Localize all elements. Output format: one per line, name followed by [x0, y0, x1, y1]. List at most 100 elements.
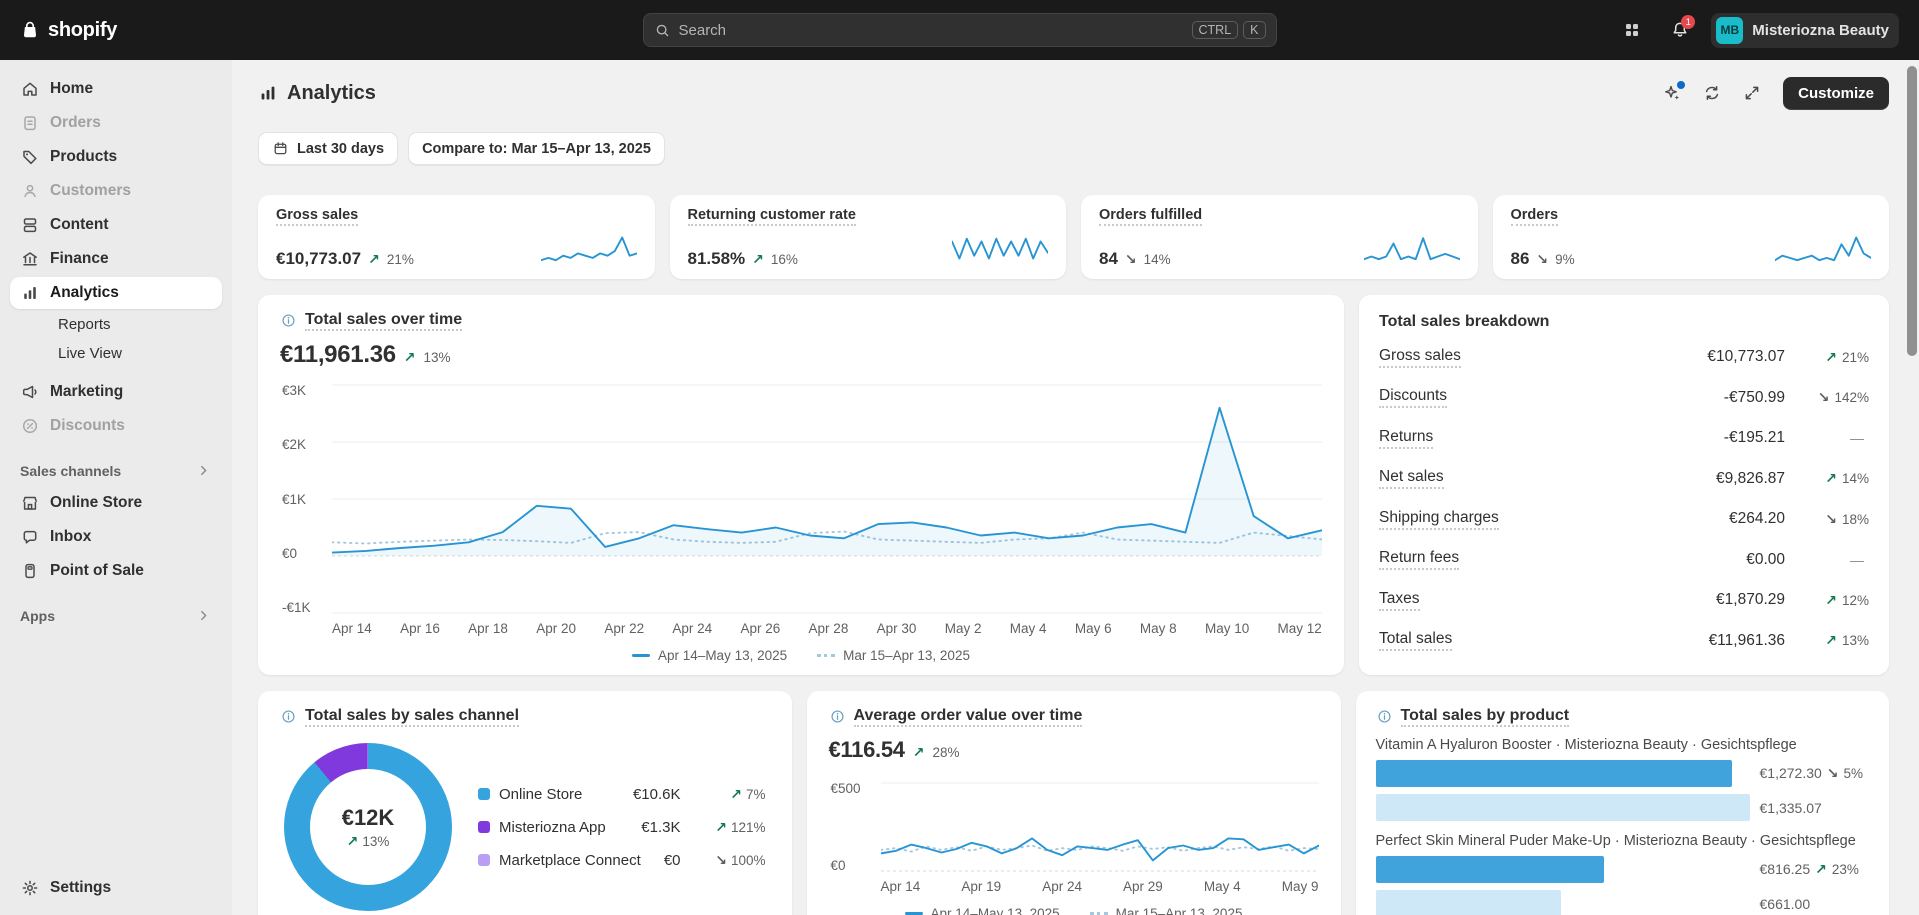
legend-swatch [478, 854, 490, 866]
breakdown-row: Shipping charges €264.20 ↘18% [1379, 501, 1869, 538]
kpi-card-returning-customer-rate[interactable]: Returning customer rate 81.58% ↗ 16% [670, 195, 1067, 279]
section-label: Sales channels [20, 463, 121, 479]
apps-grid-button[interactable] [1615, 13, 1649, 47]
breakdown-link[interactable]: Shipping charges [1379, 509, 1499, 530]
sidebar-item-customers[interactable]: Customers [10, 175, 222, 207]
breakdown-link[interactable]: Returns [1379, 428, 1433, 449]
x-tick-label: Apr 24 [1042, 879, 1082, 894]
sidebar-item-discounts[interactable]: Discounts [10, 410, 222, 442]
breakdown-value: €10,773.07 [1707, 348, 1785, 366]
average-order-value-card: Average order value over time €116.54 ↗ … [807, 691, 1341, 915]
kpi-row: Gross sales €10,773.07 ↗ 21% Returning c… [258, 195, 1889, 279]
y-tick-label: €0 [282, 546, 324, 561]
current-period-bar [1376, 856, 1605, 883]
scrollbar-thumb[interactable] [1907, 66, 1917, 356]
y-tick-label: €3K [282, 383, 324, 398]
sidebar-item-home[interactable]: Home [10, 73, 222, 105]
sidebar-item-label: Customers [50, 182, 131, 200]
sidebar-item-point-of-sale[interactable]: Point of Sale [10, 555, 222, 587]
x-tick-label: May 2 [945, 621, 982, 636]
sales-channels-header[interactable]: Sales channels [10, 457, 222, 484]
chevron-right-icon [195, 607, 212, 624]
store-avatar: MB [1716, 17, 1743, 44]
bar-value: €661.00 [1760, 896, 1811, 912]
sidebar-item-analytics[interactable]: Analytics [10, 277, 222, 309]
breakdown-row: Total sales €11,961.36 ↗13% [1379, 622, 1869, 659]
date-range-button[interactable]: Last 30 days [258, 132, 398, 165]
sidebar-item-inbox[interactable]: Inbox [10, 521, 222, 553]
search-icon [654, 22, 671, 39]
kpi-title: Orders fulfilled [1099, 207, 1202, 226]
kpi-value: 86 [1511, 249, 1530, 269]
breakdown-link[interactable]: Discounts [1379, 387, 1447, 408]
sidekick-button[interactable] [1655, 76, 1689, 110]
kpi-card-gross-sales[interactable]: Gross sales €10,773.07 ↗ 21% [258, 195, 655, 279]
info-icon[interactable] [829, 708, 846, 725]
product-bar-row-current: €816.25 ↗ 23% [1376, 856, 1870, 883]
search-input[interactable]: Search CTRL K [643, 13, 1277, 47]
store-menu[interactable]: MB Misteriozna Beauty [1711, 13, 1899, 48]
y-tick-label: €1K [282, 492, 324, 507]
finance-icon [20, 249, 40, 269]
discounts-icon [20, 416, 40, 436]
aov-value: €116.54 [829, 737, 905, 763]
channel-value: €0 [664, 852, 681, 869]
total-sales-line-chart [332, 383, 1322, 615]
info-icon[interactable] [280, 312, 297, 329]
main-content: Analytics Customize Last 30 days [232, 60, 1919, 915]
sidebar-item-online-store[interactable]: Online Store [10, 487, 222, 519]
shopify-logo[interactable]: shopify [20, 19, 117, 42]
kpi-card-orders-fulfilled[interactable]: Orders fulfilled 84 ↘ 14% [1081, 195, 1478, 279]
notifications-button[interactable]: 1 [1663, 13, 1697, 47]
breakdown-link[interactable]: Taxes [1379, 590, 1420, 611]
sidebar-item-products[interactable]: Products [10, 141, 222, 173]
breakdown-link[interactable]: Total sales [1379, 630, 1452, 651]
analytics-icon [20, 283, 40, 303]
breakdown-value: -€750.99 [1724, 389, 1785, 407]
charts-row: Total sales over time €11,961.36 ↗ 13% €… [258, 295, 1889, 675]
trend-arrow-icon: ↗ [1825, 592, 1837, 609]
topbar-right: 1 MB Misteriozna Beauty [1615, 13, 1899, 48]
info-icon[interactable] [1376, 708, 1393, 725]
chart-legend: Apr 14–May 13, 2025 Mar 15–Apr 13, 2025 [280, 648, 1322, 663]
apps-header[interactable]: Apps [10, 602, 222, 629]
sidebar-item-live-view[interactable]: Live View [10, 340, 222, 367]
compare-to-button[interactable]: Compare to: Mar 15–Apr 13, 2025 [408, 132, 665, 165]
product-name: Vitamin A Hyaluron Booster · Misteriozna… [1376, 737, 1870, 753]
product-block: Vitamin A Hyaluron Booster · Misteriozna… [1376, 737, 1870, 821]
sidebar-item-orders[interactable]: Orders [10, 107, 222, 139]
sales-channel-donut-chart: €12K ↗13% [284, 743, 452, 911]
channel-legend: Online Store €10.6K ↗7% Misteriozna App … [478, 786, 766, 869]
inbox-icon [20, 527, 40, 547]
bar-delta: 5% [1844, 766, 1864, 781]
breakdown-link[interactable]: Return fees [1379, 549, 1459, 570]
trend-arrow-icon: ↗ [1825, 349, 1837, 366]
breakdown-link[interactable]: Net sales [1379, 468, 1444, 489]
breakdown-row: Returns -€195.21 — [1379, 420, 1869, 457]
sidebar-item-marketing[interactable]: Marketing [10, 376, 222, 408]
customize-button[interactable]: Customize [1783, 77, 1889, 110]
breakdown-link[interactable]: Gross sales [1379, 347, 1461, 368]
notification-badge: 1 [1681, 15, 1695, 29]
sidebar-item-finance[interactable]: Finance [10, 243, 222, 275]
sidebar-item-reports[interactable]: Reports [10, 311, 222, 338]
y-axis-labels: €500€0 [829, 781, 873, 873]
card-title: Total sales by product [1401, 707, 1570, 727]
section-label: Apps [20, 608, 55, 624]
topbar: shopify Search CTRL K 1 MB Misteriozna B… [0, 0, 1919, 60]
kpi-title: Gross sales [276, 207, 358, 226]
x-tick-label: Apr 22 [604, 621, 644, 636]
legend-dotted-marker [817, 654, 835, 657]
fullscreen-button[interactable] [1735, 76, 1769, 110]
total-sales-breakdown-card: Total sales breakdown Gross sales €10,77… [1359, 295, 1889, 675]
sidebar-item-label: Reports [58, 316, 111, 333]
sidebar-item-label: Marketing [50, 383, 123, 401]
info-icon[interactable] [280, 708, 297, 725]
sidebar-item-content[interactable]: Content [10, 209, 222, 241]
sidekick-dot-badge [1677, 81, 1685, 89]
refresh-button[interactable] [1695, 76, 1729, 110]
sidebar-item-settings[interactable]: Settings [10, 872, 222, 904]
card-title: Average order value over time [854, 707, 1083, 727]
legend-item-current: Apr 14–May 13, 2025 [632, 648, 787, 663]
kpi-card-orders[interactable]: Orders 86 ↘ 9% [1493, 195, 1890, 279]
